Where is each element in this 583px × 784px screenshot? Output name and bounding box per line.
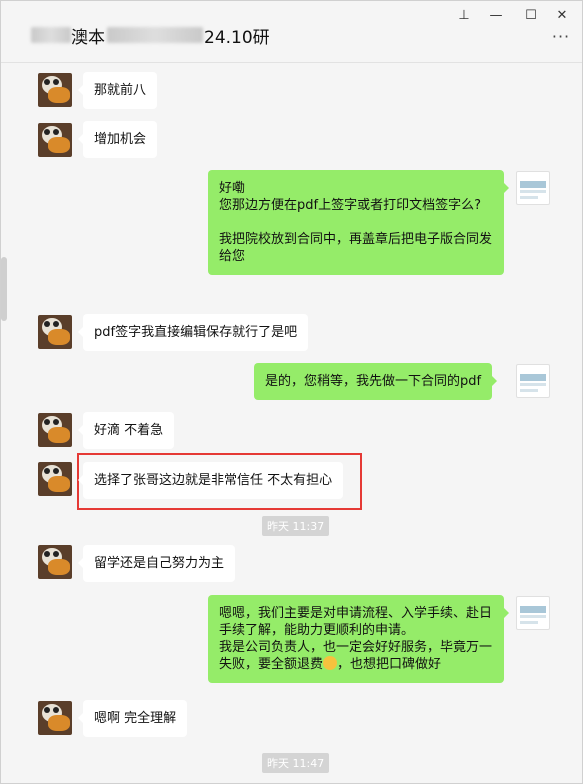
my-avatar[interactable]: [516, 171, 550, 205]
incoming-message: 好滴 不着急: [77, 412, 175, 449]
close-icon[interactable]: ✕: [551, 7, 573, 25]
chat-window: 澳本 24.10研 ⊥ — ☐ ✕ ··· 那就前八 增加机会 好嘞 您那边方便…: [0, 0, 583, 784]
message-list[interactable]: 那就前八 增加机会 好嘞 您那边方便在pdf上签字或者打印文档签字么? 我把院校…: [1, 64, 582, 783]
message-text: ，也想把口碑做好: [337, 657, 442, 672]
pin-icon[interactable]: ⊥: [453, 7, 475, 25]
contact-avatar[interactable]: [38, 315, 72, 349]
incoming-message: 选择了张哥这边就是非常信任 不太有担心: [77, 462, 344, 499]
incoming-message: 留学还是自己努力为主: [77, 545, 236, 582]
outgoing-message: 好嘞 您那边方便在pdf上签字或者打印文档签字么? 我把院校放到合同中，再盖章后…: [208, 170, 509, 275]
incoming-message: 嗯啊 完全理解: [77, 700, 188, 737]
contact-avatar[interactable]: [38, 462, 72, 496]
message-timestamp: 昨天 11:37: [262, 516, 330, 536]
incoming-message: 增加机会: [77, 121, 158, 158]
my-avatar[interactable]: [516, 364, 550, 398]
incoming-message: 那就前八: [77, 72, 158, 109]
contact-avatar[interactable]: [38, 413, 72, 447]
emoji-icon: [323, 656, 338, 670]
redacted-name: [31, 27, 71, 43]
outgoing-message: 是的，您稍等，我先做一下合同的pdf: [254, 363, 498, 400]
maximize-icon[interactable]: ☐: [520, 7, 542, 25]
contact-avatar[interactable]: [38, 545, 72, 579]
more-options-icon[interactable]: ···: [550, 29, 572, 47]
chat-title-suffix: 24.10研: [204, 28, 270, 48]
message-timestamp: 昨天 11:47: [262, 753, 330, 773]
minimize-icon[interactable]: —: [485, 7, 507, 25]
incoming-message: pdf签字我直接编辑保存就行了是吧: [77, 314, 309, 351]
outgoing-message: 嗯嗯，我们主要是对申请流程、入学手续、赴日手续了解，能助力更顺利的申请。 我是公…: [208, 595, 509, 683]
chat-title-part: 澳本: [71, 28, 105, 48]
my-avatar[interactable]: [516, 596, 550, 630]
title-bar: 澳本 24.10研 ⊥ — ☐ ✕ ···: [1, 1, 582, 63]
redacted-name: [107, 27, 203, 43]
contact-avatar[interactable]: [38, 701, 72, 735]
contact-avatar[interactable]: [38, 123, 72, 157]
contact-avatar[interactable]: [38, 73, 72, 107]
